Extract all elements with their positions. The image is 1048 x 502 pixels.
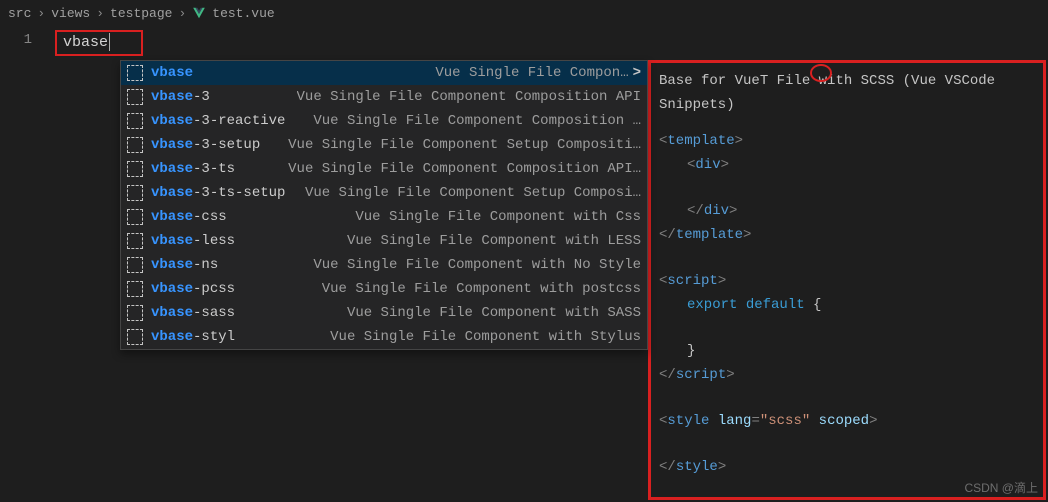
suggestion-item[interactable]: vbase-3-ts-setup Vue Single File Componen…: [121, 181, 647, 205]
breadcrumb-separator-icon: ›: [37, 6, 45, 21]
snippet-icon: [127, 281, 143, 297]
typed-text[interactable]: vbase: [63, 34, 108, 51]
suggestion-detail-panel: Base for VueT File with SCSS (Vue VSCode…: [648, 60, 1046, 500]
suggestion-match: vbase: [151, 185, 193, 201]
suggestion-description: Vue Single File Component with SASS: [347, 305, 641, 321]
annotation-circle-icon: [810, 64, 832, 82]
brace-open: {: [813, 297, 821, 313]
snippet-icon: [127, 329, 143, 345]
snippet-icon: [127, 65, 143, 81]
suggestion-suffix: -styl: [193, 329, 235, 345]
tag-script-open: script: [667, 273, 717, 289]
snippet-icon: [127, 305, 143, 321]
suggestion-match: vbase: [151, 305, 193, 321]
suggestion-item[interactable]: vbase-ns Vue Single File Component with N…: [121, 253, 647, 277]
snippet-icon: [127, 137, 143, 153]
suggestion-match: vbase: [151, 257, 193, 273]
suggestion-item[interactable]: vbase Vue Single File Compon… >: [121, 61, 647, 85]
suggestion-match: vbase: [151, 329, 193, 345]
breadcrumb-part[interactable]: views: [51, 6, 90, 21]
editor-line[interactable]: 1: [0, 26, 1048, 48]
suggestion-suffix: -3-reactive: [193, 113, 285, 129]
tag-style-close: style: [676, 459, 718, 475]
suggestion-description: Vue Single File Component with Stylus: [330, 329, 641, 345]
suggestion-item[interactable]: vbase-pcss Vue Single File Component with…: [121, 277, 647, 301]
tag-div-open: div: [695, 157, 720, 173]
suggestion-suffix: -3-setup: [193, 137, 260, 153]
attr-lang: lang: [718, 413, 752, 429]
snippet-icon: [127, 161, 143, 177]
suggestion-match: vbase: [151, 137, 193, 153]
text-cursor: [109, 33, 110, 51]
suggestion-description: Vue Single File Component Setup Composit…: [288, 137, 641, 153]
suggestion-match: vbase: [151, 161, 193, 177]
suggestion-match: vbase: [151, 65, 193, 81]
suggestion-match: vbase: [151, 113, 193, 129]
suggestion-match: vbase: [151, 281, 193, 297]
breadcrumb-file[interactable]: test.vue: [212, 6, 274, 21]
suggestion-description: Vue Single File Compon…: [435, 65, 628, 81]
val-scss: "scss": [760, 413, 810, 429]
watermark: CSDN @滴上: [964, 479, 1038, 496]
suggestion-match: vbase: [151, 209, 193, 225]
detail-title-circled: T: [760, 73, 768, 89]
kw-default: default: [746, 297, 805, 313]
suggestion-item[interactable]: vbase-css Vue Single File Component with …: [121, 205, 647, 229]
kw-export: export: [687, 297, 737, 313]
vue-file-icon: [192, 6, 206, 20]
snippet-icon: [127, 113, 143, 129]
attr-scoped: scoped: [819, 413, 869, 429]
detail-title-pre: Base for Vue: [659, 73, 760, 89]
chevron-right-icon[interactable]: >: [633, 65, 641, 81]
tag-template-open: template: [667, 133, 734, 149]
tag-div-close: div: [704, 203, 729, 219]
suggestion-suffix: -less: [193, 233, 235, 249]
tag-script-close: script: [676, 367, 726, 383]
suggestion-item[interactable]: vbase-3-setup Vue Single File Component S…: [121, 133, 647, 157]
snippet-icon: [127, 89, 143, 105]
suggestion-description: Vue Single File Component with LESS: [347, 233, 641, 249]
suggestion-suffix: -sass: [193, 305, 235, 321]
suggestion-suffix: -3: [193, 89, 210, 105]
suggestion-item[interactable]: vbase-styl Vue Single File Component with…: [121, 325, 647, 349]
snippet-icon: [127, 185, 143, 201]
brace-close: }: [687, 343, 695, 359]
snippet-icon: [127, 257, 143, 273]
breadcrumb-separator-icon: ›: [178, 6, 186, 21]
suggestion-description: Vue Single File Component Composition …: [313, 113, 641, 129]
breadcrumb-separator-icon: ›: [96, 6, 104, 21]
suggestion-description: Vue Single File Component Composition AP…: [297, 89, 641, 105]
suggestion-suffix: -3-ts: [193, 161, 235, 177]
suggestion-suffix: -ns: [193, 257, 218, 273]
detail-title: Base for VueT File with SCSS (Vue VSCode…: [659, 69, 1035, 117]
suggestion-description: Vue Single File Component with Css: [355, 209, 641, 225]
suggestion-description: Vue Single File Component with No Style: [313, 257, 641, 273]
breadcrumb-part[interactable]: testpage: [110, 6, 172, 21]
snippet-icon: [127, 233, 143, 249]
suggestion-description: Vue Single File Component with postcss: [322, 281, 641, 297]
suggestion-match: vbase: [151, 233, 193, 249]
breadcrumb[interactable]: src › views › testpage › test.vue: [0, 0, 1048, 26]
suggestion-suffix: -pcss: [193, 281, 235, 297]
tag-style-open: style: [667, 413, 709, 429]
suggestion-item[interactable]: vbase-3-reactive Vue Single File Componen…: [121, 109, 647, 133]
suggestion-item[interactable]: vbase-sass Vue Single File Component with…: [121, 301, 647, 325]
line-number: 1: [0, 32, 50, 48]
tag-template-close: template: [676, 227, 743, 243]
suggestion-item[interactable]: vbase-3 Vue Single File Component Composi…: [121, 85, 647, 109]
typed-text-highlight: vbase: [55, 30, 143, 56]
suggestion-suffix: -css: [193, 209, 227, 225]
suggestion-item[interactable]: vbase-3-ts Vue Single File Component Comp…: [121, 157, 647, 181]
suggestion-description: Vue Single File Component Composition AP…: [288, 161, 641, 177]
breadcrumb-part[interactable]: src: [8, 6, 31, 21]
suggestion-description: Vue Single File Component Setup Composi…: [305, 185, 641, 201]
suggestion-match: vbase: [151, 89, 193, 105]
suggestion-list[interactable]: vbaseVue Single File Compon…>vbase-3Vue …: [120, 60, 648, 350]
suggestion-item[interactable]: vbase-less Vue Single File Component with…: [121, 229, 647, 253]
suggestion-suffix: -3-ts-setup: [193, 185, 285, 201]
snippet-icon: [127, 209, 143, 225]
